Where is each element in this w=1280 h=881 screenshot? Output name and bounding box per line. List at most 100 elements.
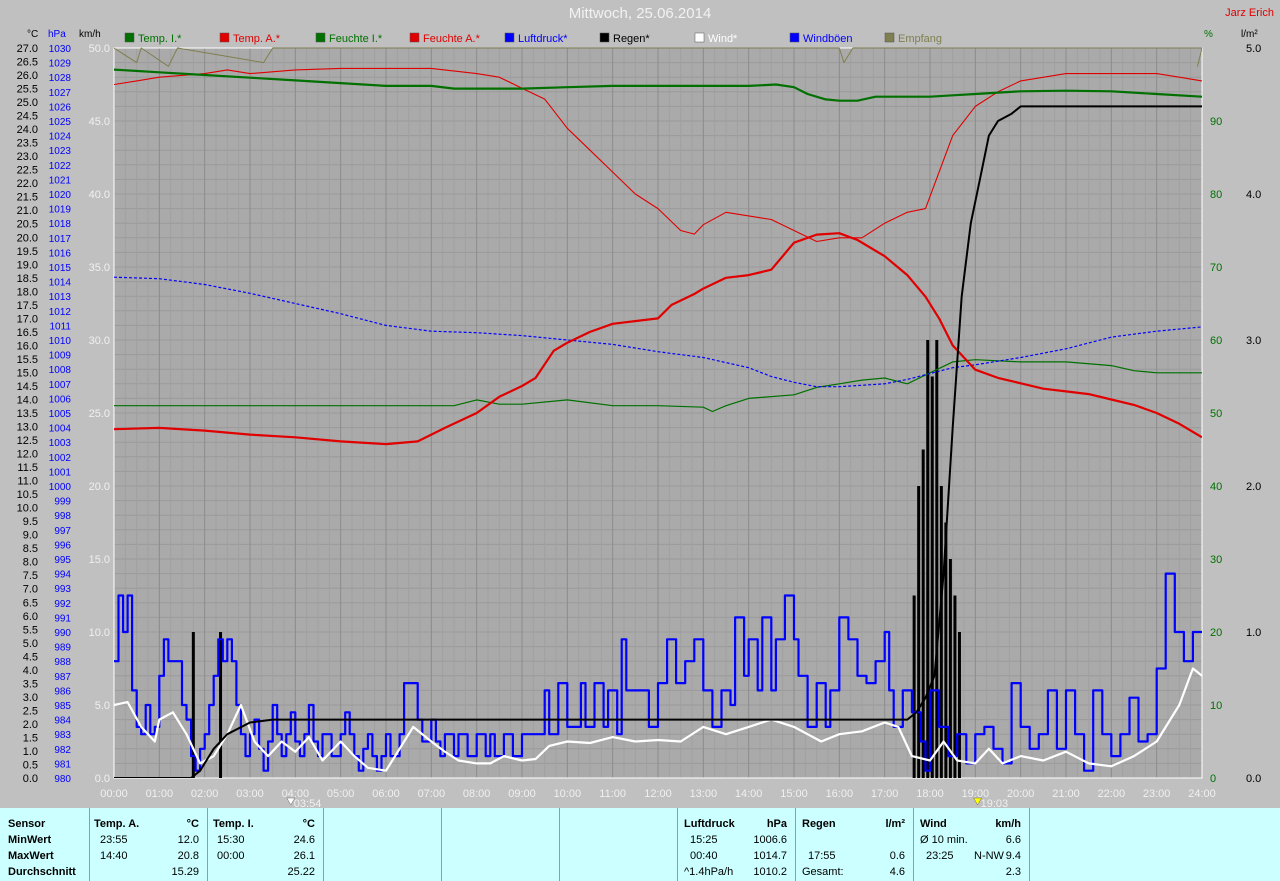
stats-temp-a-column: Temp. A. °C 23:55 12.0 14:40 20.8 15.29 [90, 808, 208, 881]
rain-tick-label: 0.0 [1246, 773, 1261, 785]
rain-tick-label: 5.0 [1246, 43, 1261, 55]
x-tick-label: 03:00 [236, 788, 264, 800]
pressure-tick-label: 999 [54, 497, 71, 508]
rain-bar [957, 632, 961, 778]
wind-tick-label: 35.0 [89, 262, 110, 274]
humidity-tick-label: 40 [1210, 481, 1222, 493]
x-tick-label: 16:00 [826, 788, 854, 800]
temp-tick-label: 3.0 [23, 692, 38, 704]
x-tick-label: 02:00 [191, 788, 219, 800]
x-tick-label: 20:00 [1007, 788, 1035, 800]
temp-axis-unit: °C [27, 29, 38, 40]
temp-tick-label: 6.0 [23, 611, 38, 623]
wind-tick-label: 30.0 [89, 335, 110, 347]
row-label-min: MinWert [8, 834, 52, 846]
pressure-tick-label: 986 [54, 686, 71, 697]
luftdruck-avg-value: 1010.2 [753, 866, 787, 878]
pressure-tick-label: 1026 [49, 102, 72, 113]
weather-chart: °C0.00.51.01.52.02.53.03.54.04.55.05.56.… [17, 29, 1262, 808]
wind-max-direction: N-NW [974, 850, 1004, 862]
wind-tick-label: 5.0 [95, 700, 110, 712]
weather-chart-app: °C 0.0 0.5 1.0 1.5 2.0 2.5 3.0 3.5 4.0 4.5 5.0 5.5 6.… [0, 0, 1280, 881]
pressure-tick-label: 1013 [49, 292, 72, 303]
pressure-tick-label: 991 [54, 613, 71, 624]
temp-tick-label: 18.5 [17, 273, 38, 285]
temp-a-header: Temp. A. [94, 818, 140, 830]
legend[interactable]: Temp. I.* Temp. A.* Feuchte I.* Feuchte A.*… [124, 32, 942, 45]
regen-max-value: 0.6 [889, 850, 905, 862]
temp-tick-label: 25.0 [17, 97, 38, 109]
temp-i-max-time: 00:00 [217, 850, 245, 862]
pressure-tick-label: 992 [54, 599, 71, 610]
temp-tick-label: 2.0 [23, 719, 38, 731]
pressure-tick-label: 998 [54, 511, 71, 522]
temp-tick-label: 7.5 [23, 570, 38, 582]
wind-header: Wind [920, 818, 947, 830]
luftdruck-min-value: 1006.6 [753, 834, 787, 846]
stats-empty-column-1 [324, 808, 442, 881]
pressure-tick-label: 1016 [49, 248, 72, 259]
wind-tick-label: 0.0 [95, 773, 110, 785]
pressure-tick-label: 1030 [49, 44, 72, 55]
legend-swatch [504, 32, 515, 43]
temp-tick-label: 5.5 [23, 624, 38, 636]
legend-swatch [315, 32, 326, 43]
rain-tick-label: 2.0 [1246, 481, 1261, 493]
legend-label: Windböen [803, 33, 853, 45]
humidity-tick-label: 20 [1210, 627, 1222, 639]
temp-i-header: Temp. I. [213, 818, 254, 830]
temp-tick-label: 22.0 [17, 178, 38, 190]
stats-empty-column-2 [442, 808, 560, 881]
rain-bar [948, 559, 952, 778]
rain-bar [917, 486, 921, 778]
rain-bar [939, 486, 943, 778]
temp-tick-label: 16.0 [17, 340, 38, 352]
pressure-tick-label: 995 [54, 555, 71, 566]
temp-tick-label: 25.5 [17, 84, 38, 96]
pressure-tick-label: 981 [54, 759, 71, 770]
x-tick-label: 06:00 [372, 788, 400, 800]
wind-max-time: 23:25 [926, 850, 954, 862]
wind-avg10-value: 6.6 [1005, 834, 1021, 846]
temp-tick-label: 26.5 [17, 57, 38, 69]
wind-tick-label: 10.0 [89, 627, 110, 639]
pressure-tick-label: 983 [54, 730, 71, 741]
rain-tick-label: 4.0 [1246, 189, 1261, 201]
pressure-tick-label: 1029 [49, 59, 72, 70]
wind-avg10-label: Ø 10 min. [920, 834, 968, 846]
humidity-tick-label: 90 [1210, 116, 1222, 128]
temp-tick-label: 14.0 [17, 394, 38, 406]
luftdruck-header: Luftdruck [684, 818, 735, 830]
legend-swatch [409, 32, 420, 43]
temp-tick-label: 15.5 [17, 354, 38, 366]
temp-tick-label: 12.0 [17, 449, 38, 461]
temp-a-min-time: 23:55 [100, 834, 128, 846]
legend-swatch [884, 32, 895, 43]
temp-tick-label: 19.0 [17, 259, 38, 271]
wind-tick-label: 50.0 [89, 43, 110, 55]
humidity-tick-label: 50 [1210, 408, 1222, 420]
pressure-tick-label: 1004 [49, 424, 72, 435]
pressure-tick-label: 1017 [49, 234, 72, 245]
row-label-max: MaxWert [8, 850, 54, 862]
temp-tick-label: 21.5 [17, 192, 38, 204]
stats-empty-column-3 [560, 808, 678, 881]
rain-bar [912, 595, 916, 778]
rain-tick-label: 3.0 [1246, 335, 1261, 347]
pressure-tick-label: 989 [54, 643, 71, 654]
temp-tick-label: 16.5 [17, 327, 38, 339]
pressure-tick-label: 990 [54, 628, 71, 639]
temp-tick-label: 10.0 [17, 503, 38, 515]
pressure-tick-label: 1024 [49, 132, 72, 143]
humidity-tick-label: 0 [1210, 773, 1216, 785]
temp-tick-label: 22.5 [17, 165, 38, 177]
pressure-tick-label: 1010 [49, 336, 72, 347]
humidity-tick-label: 10 [1210, 700, 1222, 712]
humidity-tick-label: 30 [1210, 554, 1222, 566]
row-label-avg: Durchschnitt [8, 866, 76, 878]
legend-label: Temp. A.* [233, 33, 281, 45]
legend-label: Feuchte I.* [329, 33, 383, 45]
temp-tick-label: 19.5 [17, 246, 38, 258]
humidity-axis-unit: % [1204, 29, 1213, 40]
regen-header: Regen [802, 818, 836, 830]
